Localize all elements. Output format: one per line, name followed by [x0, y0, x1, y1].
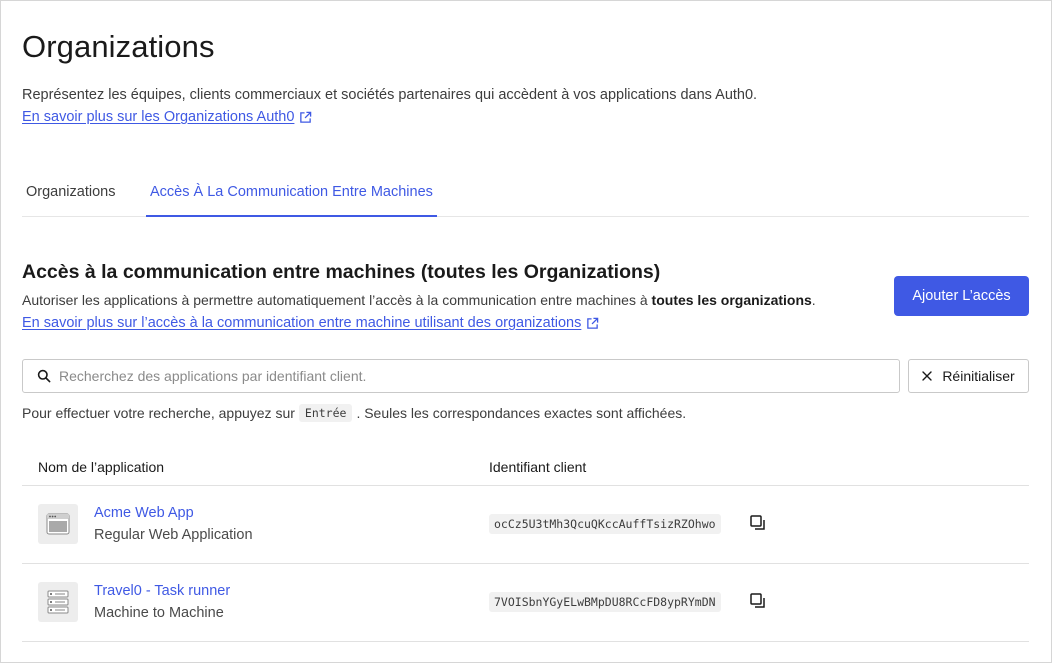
enter-key-badge: Entrée	[298, 404, 353, 422]
table-row: Acme Web App Regular Web Application ocC…	[22, 486, 1029, 564]
column-header-app-name: Nom de l’application	[38, 459, 165, 475]
section-description-bold: toutes les organizations	[651, 292, 812, 308]
web-app-icon	[38, 504, 78, 544]
search-input[interactable]	[59, 361, 899, 391]
close-icon	[922, 371, 933, 381]
table-header: Nom de l’application Identifiant client	[22, 447, 1029, 486]
search-hint-prefix: Pour effectuer votre recherche, appuyez …	[22, 405, 295, 421]
search-box	[22, 359, 900, 393]
section-description-suffix: .	[811, 292, 816, 308]
server-icon	[38, 582, 78, 622]
external-link-icon	[587, 317, 599, 329]
learn-more-organizations-label: En savoir plus sur les Organizations Aut…	[22, 109, 295, 125]
client-id-value: ocCz5U3tMh3QcuQKccAuffTsizRZOhwo	[489, 514, 721, 534]
tab-m2m-access[interactable]: Accès À La Communication Entre Machines	[146, 169, 437, 217]
search-icon	[37, 369, 51, 383]
section-description-prefix: Autoriser les applications à permettre a…	[22, 292, 652, 308]
table-row: Travel0 - Task runner Machine to Machine…	[22, 564, 1029, 642]
app-type: Machine to Machine	[94, 605, 224, 621]
learn-more-m2m-label: En savoir plus sur l’accès à la communic…	[22, 315, 582, 331]
learn-more-m2m-link[interactable]: En savoir plus sur l’accès à la communic…	[22, 315, 599, 331]
copy-icon[interactable]	[749, 592, 767, 610]
app-name-link[interactable]: Acme Web App	[94, 505, 194, 521]
page-description: Représentez les équipes, clients commerc…	[22, 87, 758, 103]
search-hint-suffix: . Seules les correspondances exactes son…	[356, 405, 687, 421]
copy-icon[interactable]	[749, 514, 767, 532]
add-access-button[interactable]: Ajouter L’accès	[894, 276, 1029, 316]
reset-button[interactable]: Réinitialiser	[908, 359, 1029, 393]
app-name-link[interactable]: Travel0 - Task runner	[94, 583, 230, 599]
applications-table: Nom de l’application Identifiant client …	[22, 447, 1029, 642]
page-frame: Organizations Représentez les équipes, c…	[0, 0, 1052, 663]
tabs-bar: Organizations Accès À La Communication E…	[22, 169, 1029, 217]
column-header-client-id: Identifiant client	[489, 459, 587, 475]
learn-more-organizations-link[interactable]: En savoir plus sur les Organizations Aut…	[22, 109, 312, 125]
section-description: Autoriser les applications à permettre a…	[22, 292, 816, 308]
search-hint: Pour effectuer votre recherche, appuyez …	[22, 404, 686, 422]
client-id-value: 7VOISbnYGyELwBMpDU8RCcFD8ypRYmDN	[489, 592, 721, 612]
tab-organizations[interactable]: Organizations	[22, 169, 119, 217]
app-type: Regular Web Application	[94, 527, 253, 543]
page-title: Organizations	[22, 29, 215, 64]
reset-button-label: Réinitialiser	[942, 368, 1015, 384]
external-link-icon	[300, 111, 312, 123]
section-title: Accès à la communication entre machines …	[22, 261, 661, 283]
